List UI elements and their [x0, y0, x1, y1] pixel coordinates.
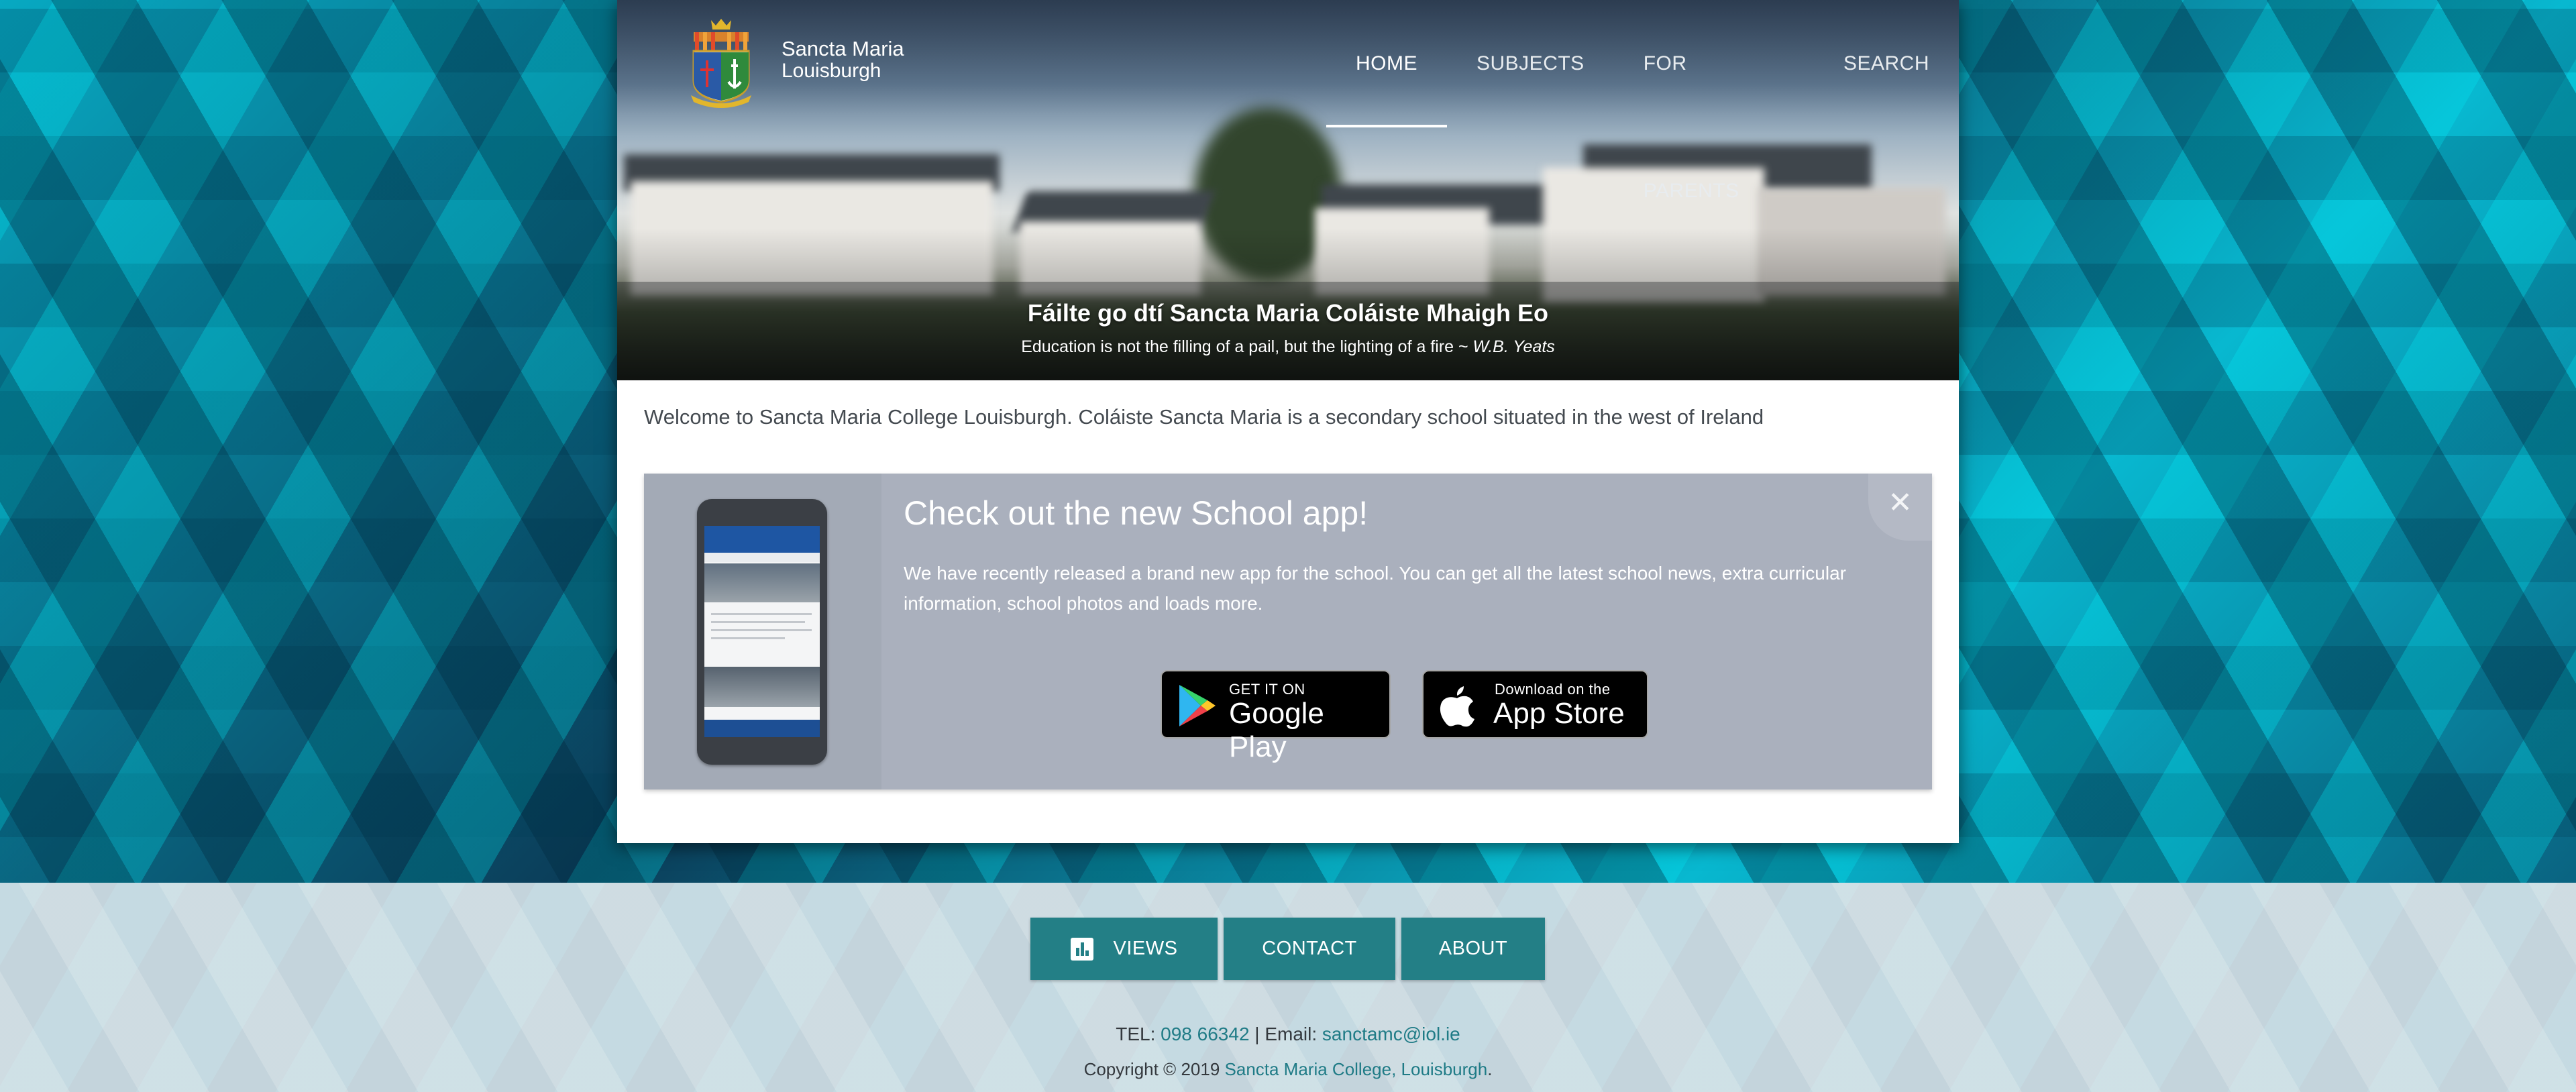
footer: VIEWS CONTACT ABOUT TEL: 098 66342 | Ema… — [0, 883, 2576, 1092]
tel-label: TEL: — [1116, 1024, 1161, 1044]
phone-mockup-image — [697, 499, 827, 765]
nav-for-parents[interactable]: FOR PARENTS — [1614, 0, 1814, 202]
phone-text-line — [711, 629, 812, 631]
copyright: Copyright © 2019 Sancta Maria College, L… — [0, 1059, 2576, 1080]
copyright-link[interactable]: Sancta Maria College, Louisburgh — [1225, 1059, 1488, 1079]
app-promo-panel: ✕ Check out the new School app! We have … — [644, 474, 1932, 789]
welcome-text: Welcome to Sancta Maria College Louisbur… — [644, 405, 1764, 429]
google-play-label: Google Play — [1229, 697, 1324, 763]
app-store-small-text: Download on the — [1495, 681, 1611, 698]
phone-link[interactable]: 098 66342 — [1161, 1024, 1249, 1044]
google-play-button[interactable]: GET IT ON Google Play — [1161, 670, 1391, 763]
quote-text: Education is not the filling of a pail, … — [1021, 337, 1473, 356]
phone-app-tabs — [704, 553, 820, 562]
brand-name[interactable]: Sancta Maria — [782, 37, 904, 61]
nav-home[interactable]: HOME — [1326, 0, 1447, 127]
hero-caption-band — [617, 282, 1959, 380]
nav-search[interactable]: SEARCH — [1814, 0, 1959, 127]
promo-image-area — [644, 474, 881, 789]
phone-text-line — [711, 621, 805, 623]
phone-app-header — [704, 526, 820, 553]
phone-news-image — [704, 667, 820, 707]
contact-info: TEL: 098 66342 | Email: sanctamc@iol.ie — [0, 1024, 2576, 1045]
nav-subjects[interactable]: SUBJECTS — [1447, 0, 1614, 127]
promo-description: We have recently released a brand new ap… — [904, 563, 1846, 614]
views-button[interactable]: VIEWS — [1030, 918, 1218, 980]
app-store-button[interactable]: Download on the App Store — [1422, 670, 1648, 739]
phone-nav-bar — [704, 720, 820, 737]
apple-icon — [1440, 686, 1474, 727]
contact-button[interactable]: CONTACT — [1224, 918, 1395, 980]
hero-quote: Education is not the filling of a pail, … — [617, 337, 1959, 357]
quote-author: W.B. Yeats — [1472, 337, 1555, 356]
phone-news-image — [704, 563, 820, 602]
google-play-icon — [1179, 685, 1216, 726]
phone-screen — [704, 526, 820, 737]
school-crest-logo[interactable] — [684, 16, 758, 110]
app-store-label: App Store — [1493, 697, 1625, 730]
google-play-small-text: GET IT ON — [1229, 681, 1305, 698]
copyright-end: . — [1487, 1059, 1493, 1079]
about-button[interactable]: ABOUT — [1401, 918, 1545, 980]
main-nav: HOME SUBJECTS FOR PARENTS SEARCH — [1326, 0, 1959, 202]
brand-subtitle[interactable]: Louisburgh — [782, 60, 881, 83]
bar-chart-icon — [1070, 937, 1093, 961]
close-icon[interactable]: ✕ — [1868, 474, 1932, 541]
views-label: VIEWS — [1113, 938, 1178, 959]
copyright-text: Copyright © 2019 — [1083, 1059, 1225, 1079]
hero-banner: Sancta Maria Louisburgh HOME SUBJECTS FO… — [617, 0, 1959, 380]
email-link[interactable]: sanctamc@iol.ie — [1322, 1024, 1460, 1044]
phone-text-line — [711, 637, 785, 639]
main-card: Sancta Maria Louisburgh HOME SUBJECTS FO… — [617, 0, 1959, 843]
phone-text-line — [711, 613, 812, 615]
promo-title: Check out the new School app! — [904, 494, 1368, 532]
email-label: | Email: — [1249, 1024, 1322, 1044]
hero-title: Fáilte go dtí Sancta Maria Coláiste Mhai… — [1027, 299, 1549, 327]
